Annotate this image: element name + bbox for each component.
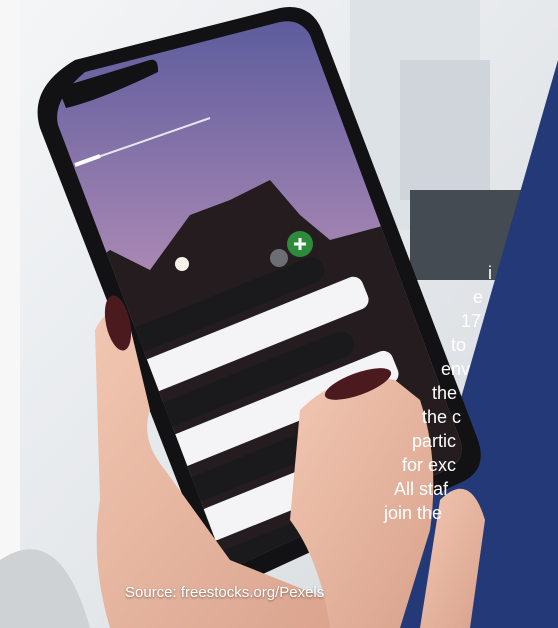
panel-line-10: All staf xyxy=(394,479,449,499)
panel-line-9: for exc xyxy=(402,455,457,475)
panel-line-11: join the xyxy=(384,503,443,523)
panel-line-3: 17 xyxy=(461,311,482,331)
panel-line-2: e xyxy=(473,287,484,307)
panel-line-8: partic xyxy=(412,431,457,451)
photo-canvas: i e 17 to env the the c partic for exc A… xyxy=(0,0,558,628)
panel-line-1: i xyxy=(488,263,492,283)
panel-line-6: the xyxy=(432,383,458,403)
panel-line-7: the c xyxy=(422,407,462,427)
panel-line-4: to xyxy=(451,335,467,355)
photo-caption: Source: freestocks.org/Pexels xyxy=(125,584,325,601)
panel-line-5: env xyxy=(441,359,471,379)
